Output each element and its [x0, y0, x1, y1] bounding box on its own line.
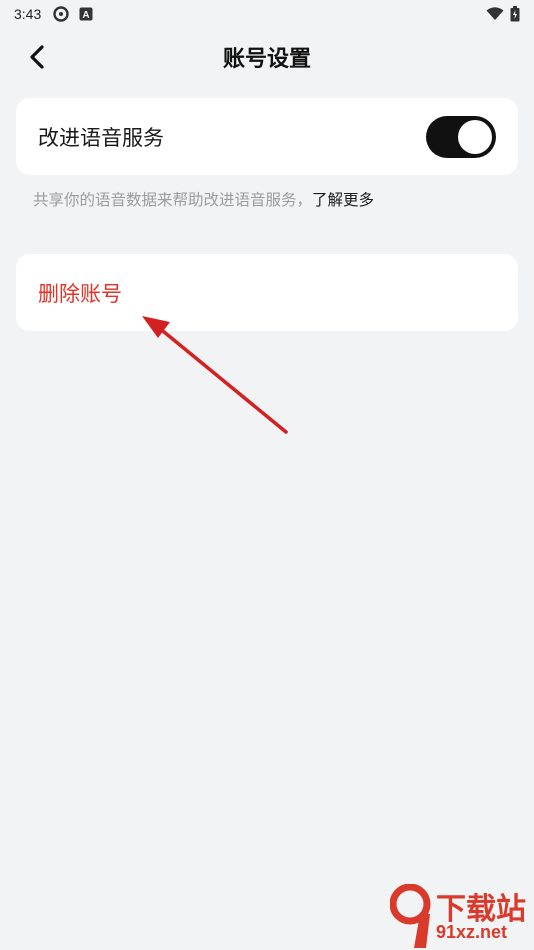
voice-improvement-toggle[interactable] — [426, 115, 496, 158]
status-bar: 3:43 A — [0, 0, 534, 28]
status-right — [486, 6, 520, 22]
back-button[interactable] — [22, 42, 52, 72]
sync-icon — [53, 6, 69, 22]
status-time: 3:43 — [14, 6, 42, 22]
header: 账号设置 — [0, 34, 534, 80]
chevron-left-icon — [29, 45, 45, 69]
wifi-icon — [486, 7, 504, 21]
delete-account-label: 删除账号 — [38, 281, 122, 306]
voice-improvement-label: 改进语音服务 — [38, 125, 164, 150]
learn-more-link[interactable]: 了解更多 — [312, 191, 374, 209]
toggle-knob — [458, 119, 492, 154]
svg-text:A: A — [83, 10, 90, 21]
delete-account-button[interactable]: 删除账号 — [16, 254, 518, 331]
watermark-url: 91xz.net — [436, 922, 508, 942]
page-title: 账号设置 — [222, 47, 311, 72]
battery-icon — [510, 6, 520, 22]
voice-hint-text: 共享你的语音数据来帮助改进语音服务， — [33, 191, 313, 209]
watermark-logo: 下载站 91xz.net — [390, 882, 534, 950]
keyboard-icon: A — [79, 7, 93, 21]
voice-hint: 共享你的语音数据来帮助改进语音服务，了解更多 — [33, 188, 503, 210]
voice-improvement-card: 改进语音服务 — [16, 98, 518, 175]
